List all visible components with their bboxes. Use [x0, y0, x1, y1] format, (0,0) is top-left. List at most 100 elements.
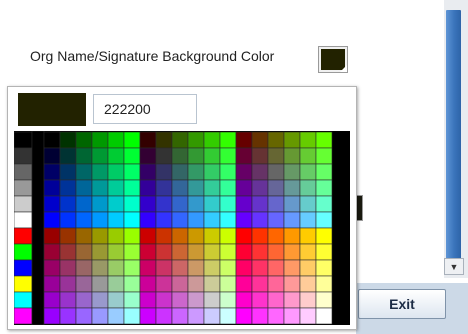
- palette-swatch[interactable]: [219, 307, 237, 325]
- palette-swatch[interactable]: [75, 307, 93, 325]
- palette-swatch[interactable]: [91, 211, 109, 229]
- palette-swatch[interactable]: [139, 211, 157, 229]
- palette-swatch[interactable]: [203, 275, 221, 293]
- palette-swatch[interactable]: [267, 179, 285, 197]
- palette-swatch[interactable]: [75, 275, 93, 293]
- palette-swatch[interactable]: [299, 227, 317, 245]
- palette-swatch[interactable]: [299, 195, 317, 213]
- palette-swatch[interactable]: [75, 147, 93, 165]
- palette-swatch[interactable]: [171, 275, 189, 293]
- palette-swatch[interactable]: [315, 227, 333, 245]
- palette-swatch[interactable]: [187, 227, 205, 245]
- palette-swatch[interactable]: [315, 275, 333, 293]
- palette-swatch[interactable]: [59, 163, 77, 181]
- palette-swatch[interactable]: [267, 147, 285, 165]
- palette-swatch[interactable]: [203, 211, 221, 229]
- palette-swatch[interactable]: [235, 163, 253, 181]
- palette-swatch[interactable]: [251, 243, 269, 261]
- palette-swatch[interactable]: [219, 275, 237, 293]
- palette-swatch[interactable]: [251, 163, 269, 181]
- palette-swatch[interactable]: [59, 131, 77, 149]
- palette-swatch[interactable]: [43, 307, 61, 325]
- palette-swatch[interactable]: [299, 259, 317, 277]
- palette-swatch[interactable]: [155, 291, 173, 309]
- palette-swatch[interactable]: [187, 163, 205, 181]
- palette-swatch[interactable]: [43, 195, 61, 213]
- palette-swatch[interactable]: [107, 195, 125, 213]
- scroll-down-button[interactable]: ▼: [444, 258, 464, 275]
- palette-swatch[interactable]: [123, 211, 141, 229]
- palette-swatch[interactable]: [251, 195, 269, 213]
- palette-swatch[interactable]: [155, 259, 173, 277]
- palette-swatch[interactable]: [235, 179, 253, 197]
- palette-swatch[interactable]: [75, 163, 93, 181]
- palette-swatch[interactable]: [187, 131, 205, 149]
- palette-swatch[interactable]: [187, 195, 205, 213]
- palette-swatch[interactable]: [283, 307, 301, 325]
- palette-swatch[interactable]: [155, 163, 173, 181]
- palette-swatch[interactable]: [171, 291, 189, 309]
- palette-swatch[interactable]: [171, 195, 189, 213]
- palette-swatch[interactable]: [251, 211, 269, 229]
- palette-base-color[interactable]: [14, 163, 33, 181]
- palette-swatch[interactable]: [299, 147, 317, 165]
- palette-base-color[interactable]: [14, 291, 33, 309]
- palette-swatch[interactable]: [283, 275, 301, 293]
- palette-swatch[interactable]: [59, 291, 77, 309]
- exit-button[interactable]: Exit: [358, 289, 446, 319]
- palette-swatch[interactable]: [203, 227, 221, 245]
- hex-input[interactable]: [93, 94, 197, 124]
- palette-swatch[interactable]: [139, 275, 157, 293]
- palette-swatch[interactable]: [235, 291, 253, 309]
- palette-swatch[interactable]: [283, 163, 301, 181]
- palette-swatch[interactable]: [155, 147, 173, 165]
- palette-swatch[interactable]: [299, 275, 317, 293]
- palette-swatch[interactable]: [187, 259, 205, 277]
- palette-swatch[interactable]: [267, 131, 285, 149]
- palette-swatch[interactable]: [203, 131, 221, 149]
- palette-swatch[interactable]: [91, 131, 109, 149]
- palette-swatch[interactable]: [251, 291, 269, 309]
- palette-swatch[interactable]: [267, 227, 285, 245]
- palette-swatch[interactable]: [75, 227, 93, 245]
- palette-swatch[interactable]: [315, 243, 333, 261]
- palette-swatch[interactable]: [267, 291, 285, 309]
- palette-swatch[interactable]: [251, 307, 269, 325]
- palette-swatch[interactable]: [299, 131, 317, 149]
- palette-swatch[interactable]: [155, 211, 173, 229]
- palette-swatch[interactable]: [315, 211, 333, 229]
- palette-swatch[interactable]: [43, 275, 61, 293]
- palette-base-color[interactable]: [14, 259, 33, 277]
- palette-base-color[interactable]: [14, 131, 33, 149]
- palette-swatch[interactable]: [139, 307, 157, 325]
- palette-swatch[interactable]: [203, 163, 221, 181]
- palette-swatch[interactable]: [123, 275, 141, 293]
- palette-swatch[interactable]: [315, 291, 333, 309]
- palette-swatch[interactable]: [59, 147, 77, 165]
- palette-swatch[interactable]: [235, 227, 253, 245]
- palette-swatch[interactable]: [43, 131, 61, 149]
- palette-swatch[interactable]: [251, 179, 269, 197]
- palette-swatch[interactable]: [139, 163, 157, 181]
- palette-swatch[interactable]: [267, 211, 285, 229]
- palette-swatch[interactable]: [91, 195, 109, 213]
- palette-swatch[interactable]: [283, 291, 301, 309]
- palette-swatch[interactable]: [123, 259, 141, 277]
- palette-swatch[interactable]: [107, 147, 125, 165]
- palette-swatch[interactable]: [187, 243, 205, 261]
- palette-swatch[interactable]: [123, 243, 141, 261]
- palette-swatch[interactable]: [43, 211, 61, 229]
- palette-swatch[interactable]: [59, 179, 77, 197]
- palette-swatch[interactable]: [267, 243, 285, 261]
- palette-base-color[interactable]: [14, 307, 33, 325]
- palette-swatch[interactable]: [251, 131, 269, 149]
- palette-swatch[interactable]: [43, 163, 61, 181]
- palette-swatch[interactable]: [187, 307, 205, 325]
- palette-swatch[interactable]: [91, 147, 109, 165]
- palette-base-color[interactable]: [14, 227, 33, 245]
- palette-swatch[interactable]: [315, 131, 333, 149]
- palette-swatch[interactable]: [59, 243, 77, 261]
- palette-swatch[interactable]: [139, 179, 157, 197]
- palette-swatch[interactable]: [59, 307, 77, 325]
- palette-swatch[interactable]: [155, 275, 173, 293]
